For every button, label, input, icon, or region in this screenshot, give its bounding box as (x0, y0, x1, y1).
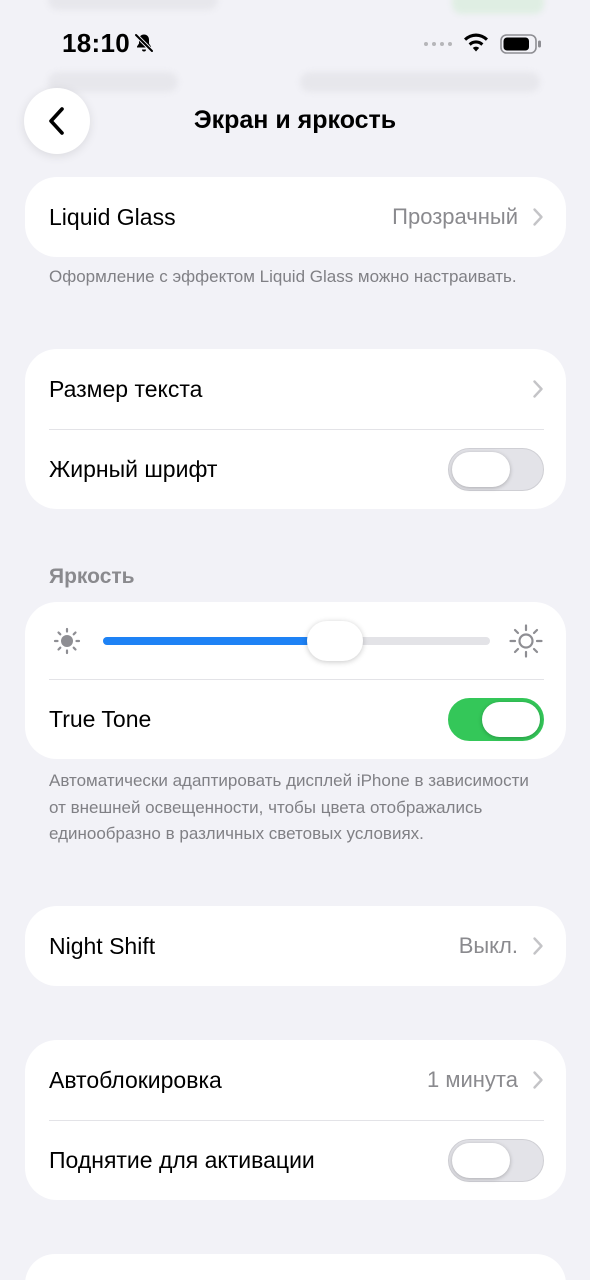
auto-lock-label: Автоблокировка (49, 1066, 222, 1093)
appearance-card: Liquid Glass Прозрачный (25, 177, 566, 257)
chevron-right-icon (533, 380, 543, 398)
true-tone-footnote: Автоматически адаптировать дисплей iPhon… (49, 771, 529, 843)
bold-text-row: Жирный шрифт (25, 429, 566, 509)
auto-lock-value: 1 минута (427, 1067, 518, 1092)
brightness-slider-row (25, 602, 566, 679)
chevron-right-icon (533, 208, 543, 226)
true-tone-toggle[interactable] (448, 697, 544, 741)
cellular-signal-icon (424, 42, 452, 46)
wifi-icon (464, 33, 488, 52)
divider (49, 429, 544, 430)
brightness-slider-thumb[interactable] (307, 620, 364, 661)
divider (49, 679, 544, 680)
liquid-glass-footnote: Оформление с эффектом Liquid Glass можно… (49, 267, 517, 286)
brightness-card: True Tone (25, 602, 566, 759)
text-size-label: Размер текста (49, 375, 203, 402)
chevron-right-icon (533, 937, 543, 955)
brightness-header: Яркость (49, 565, 135, 588)
lock-card: Автоблокировка 1 минута Поднятие для акт… (25, 1040, 566, 1200)
page-title: Экран и яркость (193, 106, 397, 134)
sun-large-icon (509, 623, 543, 658)
bold-text-toggle[interactable] (448, 447, 544, 491)
chevron-right-icon (533, 1071, 543, 1089)
true-tone-label: True Tone (49, 705, 152, 732)
sun-small-icon (53, 627, 81, 654)
night-shift-value: Выкл. (458, 933, 518, 958)
status-bar: 18:10 (0, 0, 590, 88)
night-shift-card: Night Shift Выкл. (25, 906, 566, 986)
bell-slash-icon (134, 33, 154, 53)
raise-to-wake-row: Поднятие для активации (25, 1120, 566, 1200)
bold-text-label: Жирный шрифт (49, 455, 218, 482)
night-shift-row[interactable]: Night Shift Выкл. (25, 906, 566, 986)
liquid-glass-value: Прозрачный (392, 204, 518, 229)
battery-icon (500, 34, 541, 54)
text-size-row[interactable]: Размер текста (25, 349, 566, 429)
divider (49, 1120, 544, 1121)
brightness-slider-fill (103, 636, 336, 645)
text-settings-card: Размер текста Жирный шрифт (25, 349, 566, 509)
raise-to-wake-toggle[interactable] (448, 1138, 544, 1182)
auto-lock-row[interactable]: Автоблокировка 1 минута (25, 1040, 566, 1120)
liquid-glass-row[interactable]: Liquid Glass Прозрачный (25, 177, 566, 257)
status-time: 18:10 (62, 28, 130, 58)
next-section-card (25, 1254, 566, 1280)
liquid-glass-label: Liquid Glass (49, 203, 176, 230)
true-tone-row: True Tone (25, 679, 566, 759)
night-shift-label: Night Shift (49, 932, 156, 959)
raise-to-wake-label: Поднятие для активации (49, 1146, 315, 1173)
brightness-slider[interactable] (103, 620, 490, 661)
